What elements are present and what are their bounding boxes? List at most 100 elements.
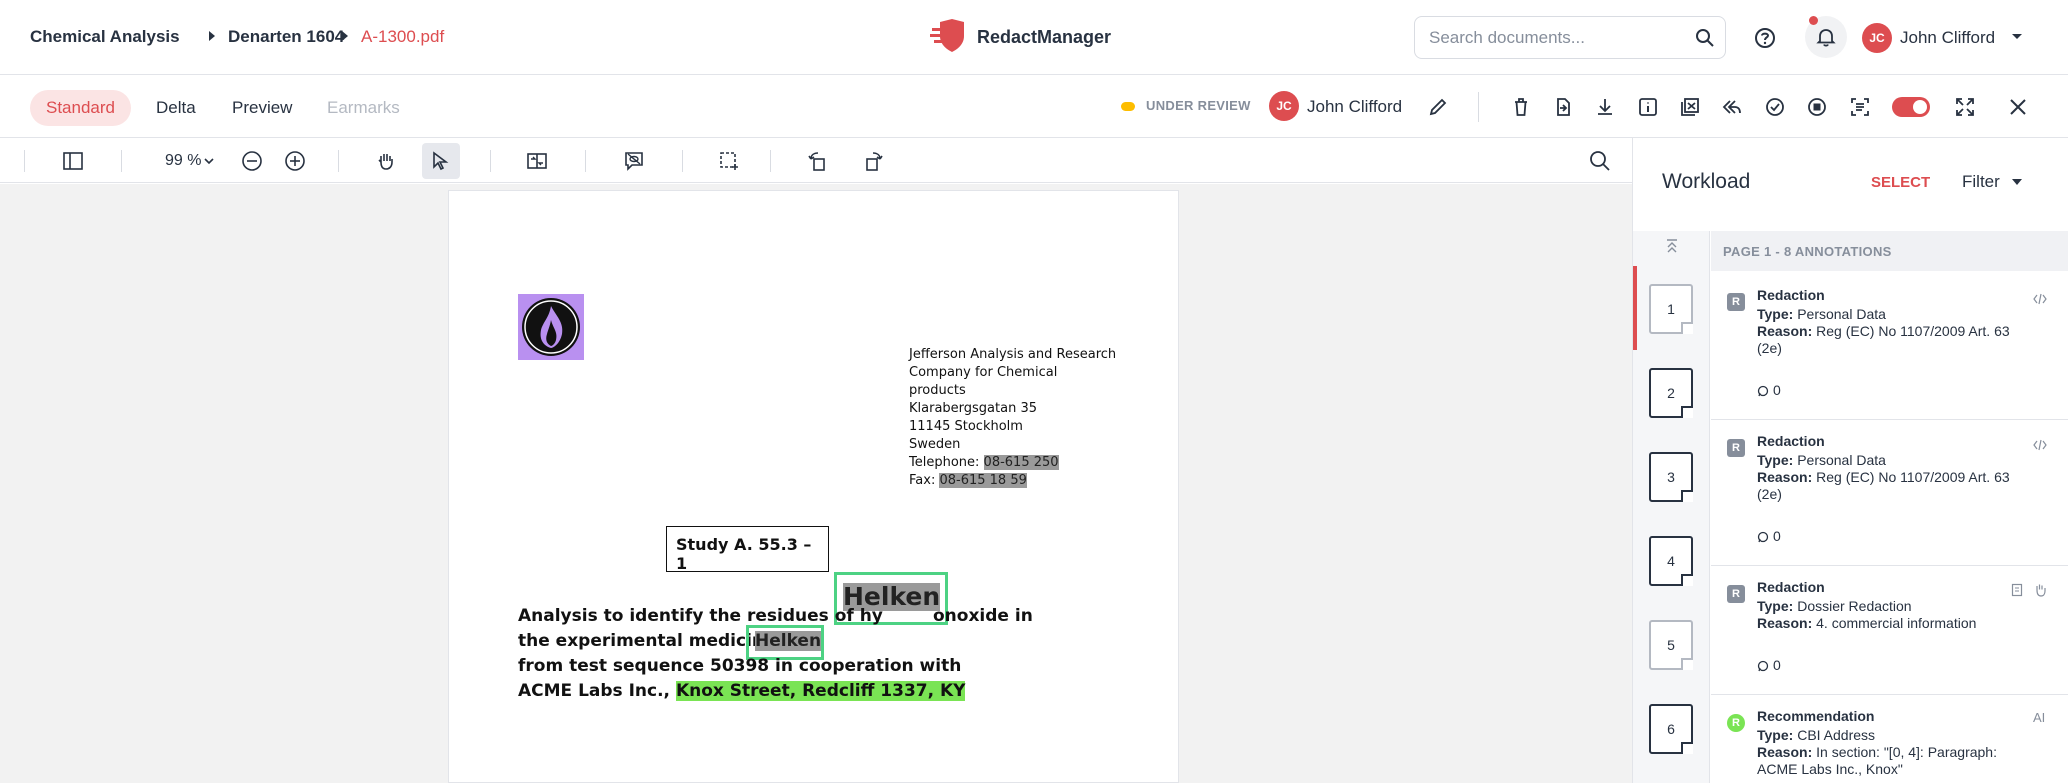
annotation-reason: Reason: 4. commercial information <box>1757 615 2027 632</box>
annotation-type-badge: R <box>1727 439 1745 457</box>
page-fold <box>1681 406 1693 418</box>
page-thumbnail-5[interactable]: 5 <box>1649 620 1693 670</box>
info-button[interactable] <box>1633 92 1663 122</box>
chevron-down-icon[interactable] <box>204 158 214 165</box>
pages-exclude-icon <box>1681 98 1699 116</box>
select-button[interactable]: SELECT <box>1871 174 1930 191</box>
annotation-reason: Reason: Reg (EC) No 1107/2009 Art. 63 (2… <box>1757 323 2027 357</box>
delete-button[interactable] <box>1506 92 1536 122</box>
hide-annotations-button[interactable] <box>619 146 649 176</box>
page-annotations-header: PAGE 1 - 8 ANNOTATIONS <box>1711 231 2068 271</box>
comment-hide-icon <box>625 152 643 171</box>
fax-redaction[interactable]: 08-615 18 59 <box>939 473 1027 488</box>
close-button[interactable] <box>2003 92 2033 122</box>
area-select-icon <box>720 152 738 170</box>
address-highlight[interactable]: Knox Street, Redcliff 1337, KY <box>675 681 966 701</box>
breadcrumb-separator-icon <box>342 31 348 41</box>
body-text: Analysis to identify the residues of hy <box>518 606 883 626</box>
address-line: Jefferson Analysis and Research <box>909 347 1117 362</box>
breadcrumb-dossier-template[interactable]: Chemical Analysis <box>30 27 180 47</box>
user-name[interactable]: John Clifford <box>1900 28 1995 48</box>
toggle-thumbnails-button[interactable] <box>58 146 88 176</box>
annotation-card[interactable]: R Redaction Type: Personal Data Reason: … <box>1711 275 2068 420</box>
annotation-title: Recommendation <box>1757 708 1875 724</box>
import-button[interactable] <box>1548 92 1578 122</box>
tab-delta[interactable]: Delta <box>140 90 212 126</box>
breadcrumb-file[interactable]: A-1300.pdf <box>361 27 444 47</box>
approve-button[interactable] <box>1760 92 1790 122</box>
annotation-type-badge: R <box>1727 585 1745 603</box>
page-thumbnail-4[interactable]: 4 <box>1649 536 1693 586</box>
area-select-button[interactable] <box>714 146 744 176</box>
download-icon <box>1598 99 1612 115</box>
fullscreen-button[interactable] <box>1950 92 1980 122</box>
page-thumbnail-6[interactable]: 6 <box>1649 704 1693 754</box>
inline-redaction[interactable]: Helken <box>755 631 822 651</box>
filter-dropdown[interactable]: Filter <box>1962 172 2000 192</box>
edit-assignee-button[interactable] <box>1423 92 1453 122</box>
toolbar-divider <box>1478 92 1479 122</box>
document-search-button[interactable] <box>1585 146 1615 176</box>
tab-preview[interactable]: Preview <box>216 90 308 126</box>
inline-redaction-box[interactable]: Helken <box>746 625 824 660</box>
reason-label: Reason: <box>1757 323 1813 339</box>
comment-icon[interactable] <box>1757 385 1769 397</box>
file-import-icon <box>1557 98 1570 116</box>
annotation-reason: Reason: In section: "[0, 4]: Paragraph: … <box>1757 744 2027 778</box>
page-thumbnail-2[interactable]: 2 <box>1649 368 1693 418</box>
zoom-in-button[interactable] <box>280 146 310 176</box>
undo-all-button[interactable] <box>1717 92 1747 122</box>
minus-circle-icon <box>242 151 262 171</box>
select-tool-button[interactable] <box>422 143 460 179</box>
stop-circle-icon <box>1808 98 1826 116</box>
user-avatar[interactable]: JC <box>1862 23 1892 53</box>
page-thumbnail-3[interactable]: 3 <box>1649 452 1693 502</box>
toolbar-divider <box>490 150 491 172</box>
comment-count: 0 <box>1773 382 1781 398</box>
code-icon[interactable] <box>2033 293 2047 305</box>
notifications-button[interactable] <box>1805 16 1847 58</box>
breadcrumb-dossier[interactable]: Denarten 1604 <box>228 27 344 47</box>
notification-dot <box>1809 16 1818 25</box>
flame-logo-icon <box>522 298 580 356</box>
comment-icon[interactable] <box>1757 531 1769 543</box>
annotation-card[interactable]: R Recommendation Type: CBI Address Reaso… <box>1711 696 2068 783</box>
search-input[interactable] <box>1429 28 1689 48</box>
pan-tool-button[interactable] <box>371 146 401 176</box>
type-label: Type: <box>1757 306 1794 322</box>
chevron-down-icon[interactable] <box>2012 179 2022 186</box>
page-thumbnail-1[interactable]: 1 <box>1649 284 1693 334</box>
status-indicator <box>1121 102 1135 111</box>
help-icon[interactable] <box>1754 27 1776 49</box>
address-line: Sweden <box>909 437 961 452</box>
comment-icon[interactable] <box>1757 660 1769 672</box>
redaction-preview-toggle[interactable] <box>1892 97 1930 117</box>
annotation-type-badge: R <box>1727 293 1745 311</box>
page-fold <box>1681 490 1693 502</box>
comment-count: 0 <box>1773 657 1781 673</box>
telephone-redaction[interactable]: 08-615 250 <box>983 455 1059 470</box>
download-button[interactable] <box>1590 92 1620 122</box>
reason-value: 4. commercial information <box>1816 615 1977 631</box>
hand-icon[interactable] <box>2033 583 2047 597</box>
annotation-card[interactable]: R Redaction Type: Personal Data Reason: … <box>1711 421 2068 566</box>
scroll-to-top-icon[interactable] <box>1664 238 1680 254</box>
tab-standard[interactable]: Standard <box>30 90 131 126</box>
ocr-button[interactable] <box>1845 92 1875 122</box>
app-header: Chemical Analysis Denarten 1604 A-1300.p… <box>0 0 2068 75</box>
document-icon[interactable] <box>2011 583 2023 597</box>
chevron-down-icon[interactable] <box>2011 33 2023 41</box>
page-number: 1 <box>1667 301 1675 317</box>
page-number: 4 <box>1667 553 1675 569</box>
exclude-pages-button[interactable] <box>1675 92 1705 122</box>
rotate-left-button[interactable] <box>803 146 833 176</box>
compare-button[interactable] <box>522 146 552 176</box>
zoom-out-button[interactable] <box>237 146 267 176</box>
stop-button[interactable] <box>1802 92 1832 122</box>
search-icon[interactable] <box>1695 28 1715 48</box>
zoom-level[interactable]: 99 % <box>165 152 201 170</box>
annotation-card[interactable]: R Redaction Type: Dossier Redaction Reas… <box>1711 567 2068 695</box>
code-icon[interactable] <box>2033 439 2047 451</box>
rotate-right-button[interactable] <box>858 146 888 176</box>
tab-earmarks: Earmarks <box>327 98 400 117</box>
